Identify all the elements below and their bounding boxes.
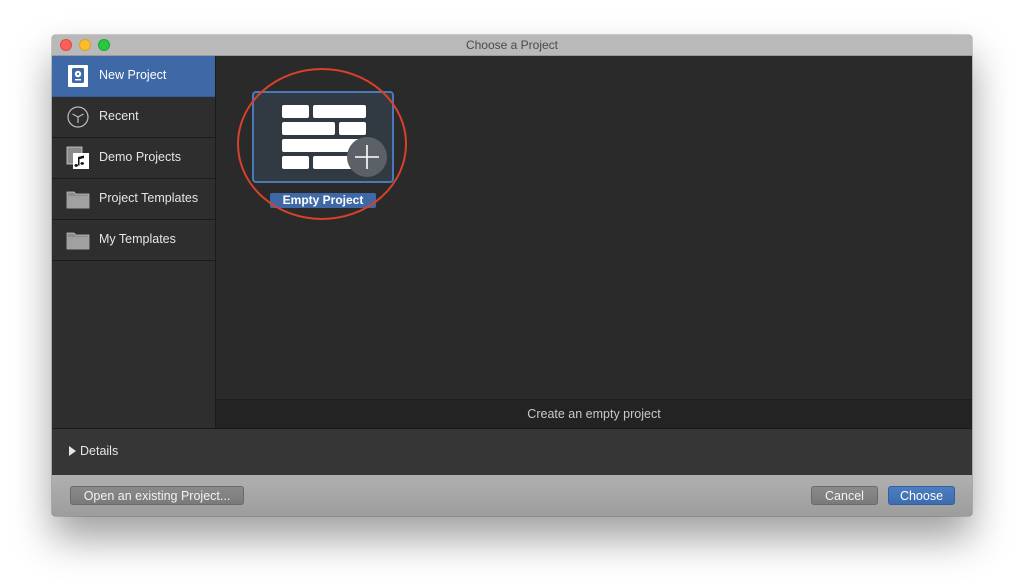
choose-button[interactable]: Choose bbox=[888, 486, 955, 505]
sidebar: New Project Recent Demo Projects Project… bbox=[52, 56, 216, 428]
sidebar-item-label: Project Templates bbox=[99, 191, 199, 205]
disclosure-triangle-icon bbox=[69, 446, 76, 456]
window-title: Choose a Project bbox=[465, 38, 559, 52]
sidebar-item-label: Demo Projects bbox=[99, 150, 181, 164]
sidebar-item-label: Recent bbox=[99, 109, 139, 123]
sidebar-item-recent[interactable]: Recent bbox=[52, 97, 215, 138]
details-disclosure[interactable]: Details bbox=[69, 444, 118, 458]
details-label: Details bbox=[80, 444, 119, 458]
choose-project-dialog: Choose a Project New Project Recent Demo… bbox=[52, 35, 972, 516]
sidebar-item-my-templates[interactable]: My Templates bbox=[52, 220, 215, 261]
sidebar-item-project-templates[interactable]: Project Templates bbox=[52, 179, 215, 220]
sidebar-item-new-project[interactable]: New Project bbox=[52, 56, 215, 97]
cancel-button[interactable]: Cancel bbox=[811, 486, 878, 505]
template-label[interactable]: Empty Project bbox=[270, 193, 376, 208]
new-project-icon bbox=[68, 65, 88, 87]
open-existing-project-button[interactable]: Open an existing Project... bbox=[70, 486, 244, 505]
folder-icon bbox=[66, 232, 90, 250]
template-browser: Empty Project bbox=[216, 56, 972, 399]
clock-icon bbox=[67, 106, 89, 128]
details-panel: Details bbox=[52, 428, 972, 475]
dialog-footer: Open an existing Project... Cancel Choos… bbox=[52, 475, 972, 516]
folder-icon bbox=[66, 191, 90, 209]
sidebar-item-label: My Templates bbox=[99, 232, 176, 246]
template-tile-empty-project[interactable] bbox=[252, 91, 394, 183]
template-description: Create an empty project bbox=[216, 399, 972, 429]
music-document-icon bbox=[66, 146, 89, 169]
empty-project-grid-with-plus-icon bbox=[282, 105, 387, 177]
sidebar-item-label: New Project bbox=[99, 68, 167, 82]
title-bar: Choose a Project bbox=[52, 35, 972, 56]
sidebar-item-demo-projects[interactable]: Demo Projects bbox=[52, 138, 215, 179]
